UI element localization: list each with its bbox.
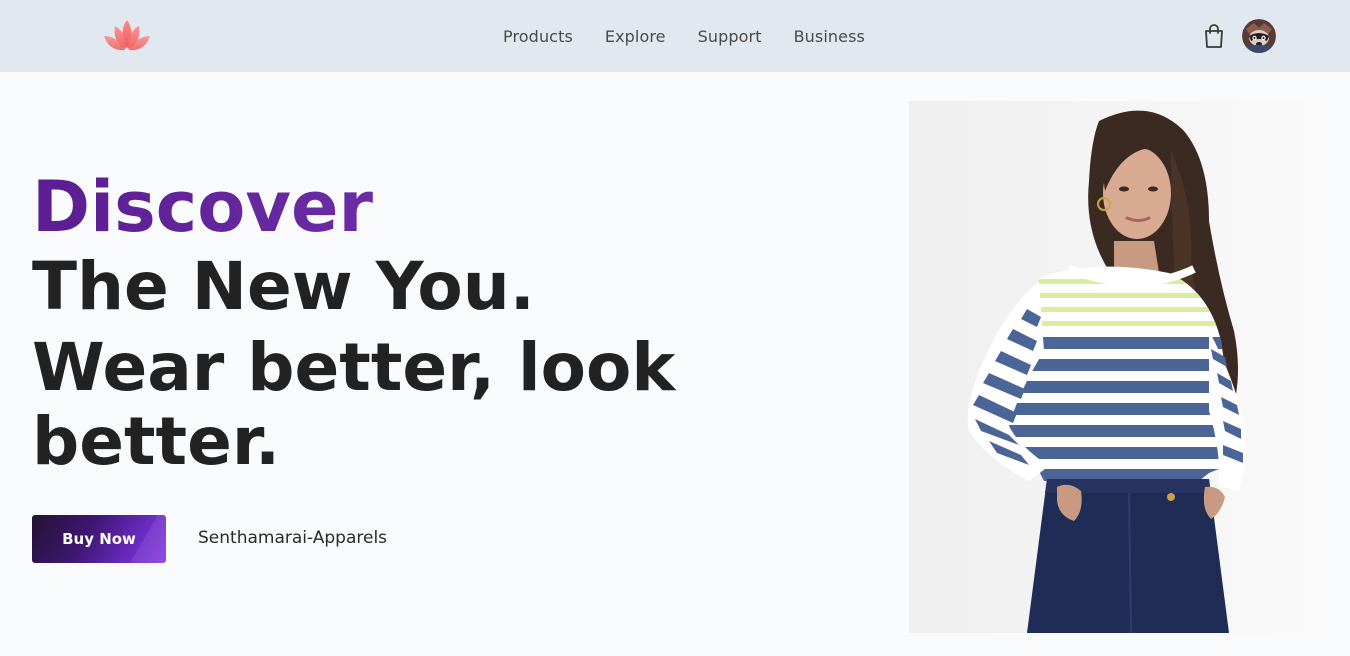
shopping-bag-icon[interactable] (1201, 23, 1227, 49)
buy-now-button[interactable]: Buy Now (32, 515, 166, 563)
nav-link-support[interactable]: Support (698, 27, 762, 46)
hero-text: Discover The New You. Wear better, look … (32, 165, 752, 479)
nav-link-products[interactable]: Products (503, 27, 573, 46)
model-illustration (909, 101, 1334, 633)
hero-headline: The New You. (32, 248, 535, 325)
hero-subheadline: Wear better, look better. (32, 329, 676, 480)
lotus-logo-icon[interactable] (100, 18, 154, 52)
nav-link-business[interactable]: Business (794, 27, 865, 46)
main-nav: Products Explore Support Business (503, 0, 897, 72)
brand-name[interactable]: Senthamarai-Apparels (198, 528, 387, 548)
user-avatar[interactable] (1242, 19, 1276, 53)
hero-model-image (909, 101, 1334, 633)
nav-link-explore[interactable]: Explore (605, 27, 666, 46)
top-navbar: Products Explore Support Business (0, 0, 1350, 72)
hero-headline-accent: Discover (32, 165, 752, 249)
avatar-image (1242, 19, 1276, 53)
